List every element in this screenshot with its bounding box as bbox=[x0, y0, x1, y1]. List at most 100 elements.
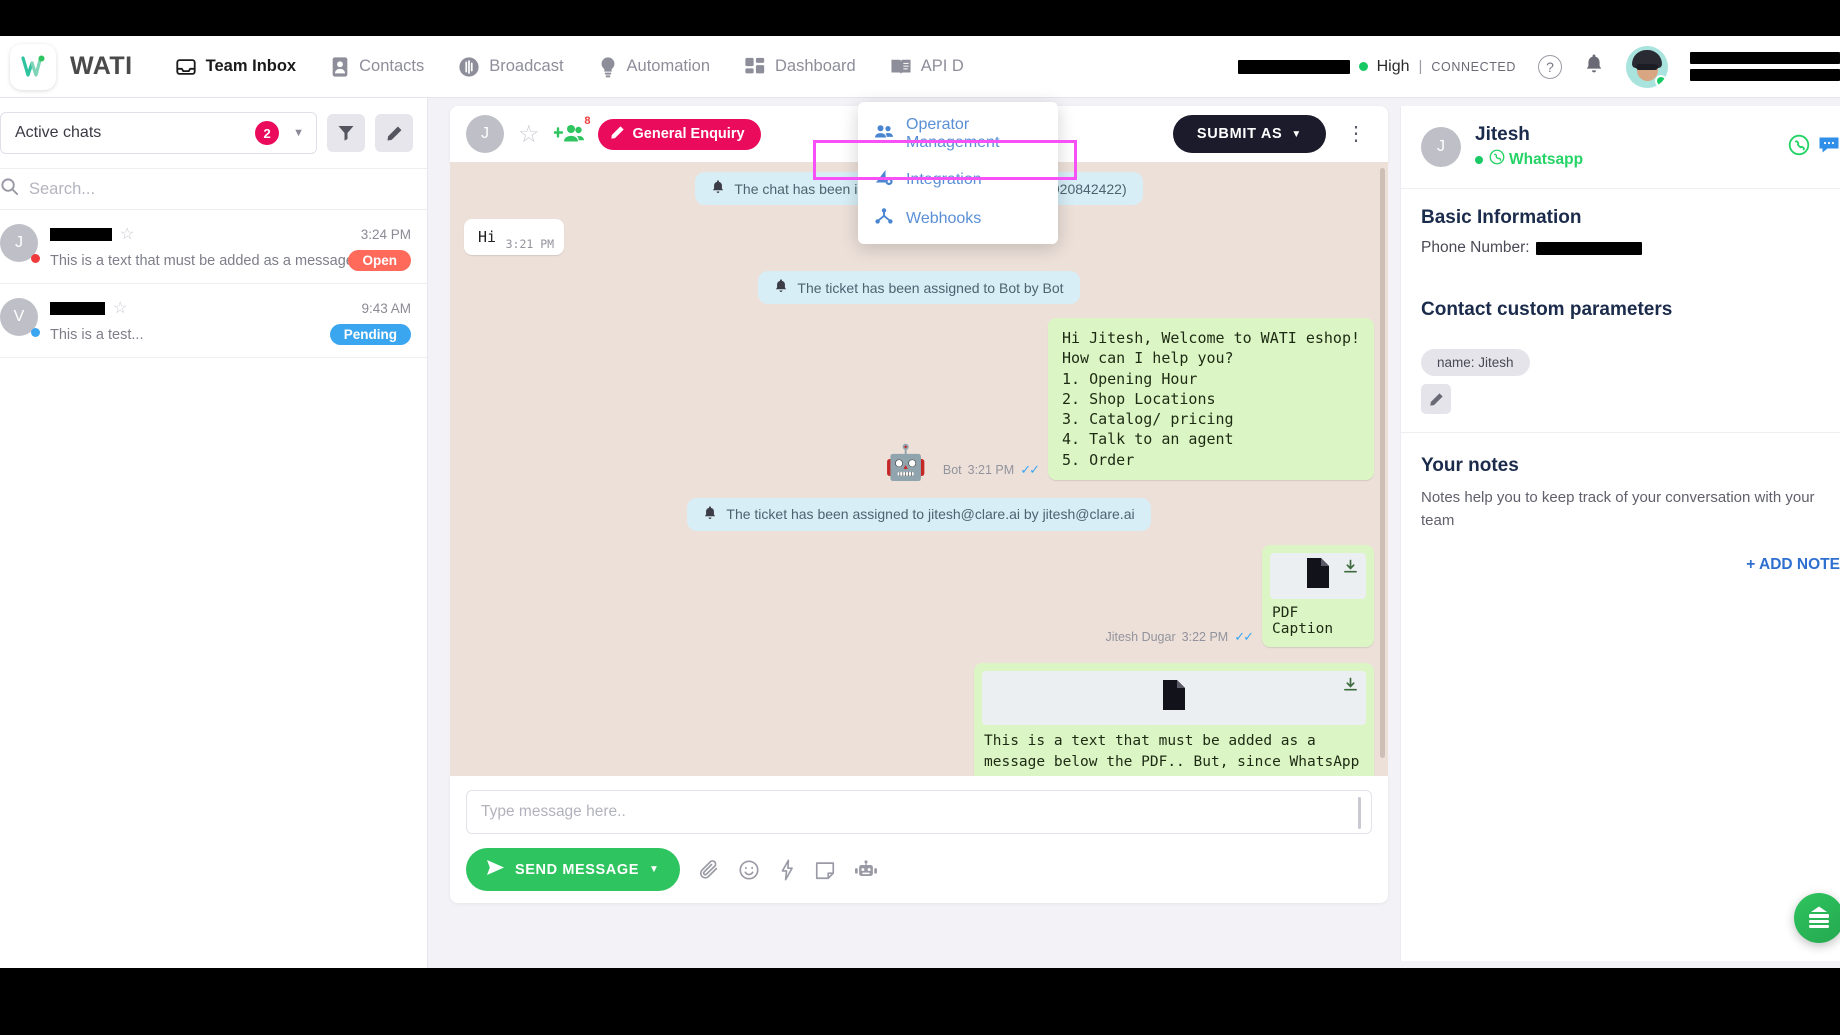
chat-search-row[interactable] bbox=[0, 168, 427, 210]
pencil-edit-icon[interactable] bbox=[1421, 384, 1451, 414]
chat-support-fab-icon[interactable] bbox=[1794, 893, 1840, 943]
message-timestamp: 3:21 PM bbox=[505, 237, 555, 251]
channel-name: Whatsapp bbox=[1509, 150, 1584, 168]
ticket-tag-button[interactable]: General Enquiry bbox=[597, 118, 761, 150]
nav-label: Team Inbox bbox=[205, 57, 297, 75]
star-outline-icon[interactable]: ☆ bbox=[518, 120, 540, 149]
user-name-redacted bbox=[1690, 52, 1840, 64]
download-icon[interactable] bbox=[1343, 559, 1358, 579]
sender-name: Jitesh Dugar bbox=[1105, 629, 1176, 644]
status-badge: Open bbox=[348, 250, 411, 271]
wati-logo-icon[interactable] bbox=[10, 43, 56, 90]
api-docs-book-icon bbox=[890, 57, 912, 77]
custom-parameter-chip[interactable]: name: Jitesh bbox=[1421, 349, 1530, 376]
download-icon[interactable] bbox=[1343, 677, 1358, 697]
message-list-scrollbar[interactable] bbox=[1380, 168, 1385, 758]
dropdown-label: Webhooks bbox=[906, 209, 982, 227]
unread-dot bbox=[31, 254, 40, 263]
nav-label: Contacts bbox=[359, 57, 425, 75]
dropdown-item-webhooks[interactable]: Webhooks bbox=[858, 199, 1058, 238]
channel-label: Whatsapp bbox=[1489, 149, 1583, 170]
help-question-icon[interactable]: ? bbox=[1538, 54, 1562, 79]
message-input[interactable] bbox=[481, 803, 1357, 821]
chat-list-item[interactable]: J ☆ 3:24 PM This is a text that must be … bbox=[0, 210, 427, 284]
avatar-initial: J bbox=[1437, 138, 1445, 155]
message-row-attachment: Jitesh Dugar 3:22 PM ✓✓ PDF Caption bbox=[464, 544, 1374, 647]
pdf-preview bbox=[1270, 552, 1366, 599]
nav-items: Team Inbox Contacts Broadcast Automation… bbox=[175, 56, 964, 78]
add-note-button[interactable]: + ADD NOTE bbox=[1421, 556, 1840, 574]
pdf-preview bbox=[982, 670, 1366, 725]
funnel-filter-icon[interactable] bbox=[327, 114, 365, 152]
quick-reply-lightning-icon[interactable] bbox=[778, 859, 796, 881]
kebab-menu-icon[interactable]: ⋮ bbox=[1340, 124, 1372, 144]
status-priority: High bbox=[1376, 57, 1410, 75]
avatar: V bbox=[0, 298, 40, 337]
contact-details-panel: J Jitesh Whatsapp Basic Information Phon… bbox=[1400, 106, 1840, 961]
attachment-card[interactable]: PDF Caption bbox=[1262, 544, 1374, 647]
screen-bottom-letterbox bbox=[0, 968, 1840, 1035]
star-outline-icon[interactable]: ☆ bbox=[120, 224, 134, 244]
send-message-button[interactable]: SEND MESSAGE ▼ bbox=[466, 848, 680, 891]
chat-bubble-icon[interactable] bbox=[1818, 135, 1840, 160]
phone-number-row: Phone Number: bbox=[1421, 239, 1840, 257]
attachment-clip-icon[interactable] bbox=[698, 859, 720, 881]
send-label: SEND MESSAGE bbox=[515, 861, 640, 878]
system-message-text: The ticket has been assigned to Bot by B… bbox=[797, 279, 1064, 296]
note-sticker-icon[interactable] bbox=[814, 859, 836, 881]
sender-name: Bot bbox=[942, 462, 962, 477]
contact-channel: Whatsapp bbox=[1475, 149, 1583, 170]
phone-label: Phone Number: bbox=[1421, 239, 1530, 256]
submit-as-button[interactable]: SUBMIT AS ▼ bbox=[1172, 115, 1326, 153]
system-message-text: The ticket has been assigned to jitesh@c… bbox=[726, 506, 1135, 523]
nav-item-contacts[interactable]: Contacts bbox=[330, 56, 424, 78]
active-chats-label: Active chats bbox=[15, 124, 102, 141]
submit-as-label: SUBMIT AS bbox=[1196, 126, 1283, 142]
message-list[interactable]: The chat has been initialized by contact… bbox=[450, 162, 1388, 776]
attachment-caption: PDF Caption bbox=[1272, 604, 1334, 637]
pdf-document-icon bbox=[1161, 679, 1187, 716]
chat-list-item[interactable]: V ☆ 9:43 AM This is a test... Pending bbox=[0, 284, 427, 358]
active-chats-filter-select[interactable]: Active chats 2 ▼ bbox=[0, 112, 317, 154]
add-people-icon[interactable]: 8 bbox=[553, 115, 591, 145]
avatar: J bbox=[1421, 127, 1461, 167]
attachment-caption: This is a text that must be added as a m… bbox=[984, 732, 1360, 776]
notification-bell-icon[interactable] bbox=[1584, 53, 1604, 80]
pencil-compose-icon[interactable] bbox=[375, 114, 413, 152]
message-timestamp: 3:21 PM bbox=[967, 462, 1015, 477]
dropdown-label: Integration bbox=[906, 170, 982, 188]
nav-item-team-inbox[interactable]: Team Inbox bbox=[175, 56, 296, 78]
automation-bulb-icon bbox=[598, 56, 618, 78]
attachment-card[interactable]: This is a text that must be added as a m… bbox=[974, 662, 1374, 776]
chat-list-panel: Active chats 2 ▼ Search... J ☆ 3:24 PM T… bbox=[0, 98, 428, 968]
bot-robot-icon[interactable] bbox=[854, 859, 878, 881]
pdf-document-icon bbox=[1305, 557, 1331, 594]
search-input[interactable] bbox=[29, 179, 413, 199]
input-scroll-handle bbox=[1358, 797, 1361, 829]
nav-item-automation[interactable]: Automation bbox=[598, 56, 710, 78]
dashboard-grid-icon bbox=[744, 56, 766, 78]
section-title: Contact custom parameters bbox=[1421, 299, 1673, 320]
nav-item-broadcast[interactable]: Broadcast bbox=[458, 56, 564, 78]
contacts-icon bbox=[330, 56, 350, 78]
star-outline-icon[interactable]: ☆ bbox=[113, 298, 127, 318]
app-window: WATI Team Inbox Contacts Broadcast Autom… bbox=[0, 36, 1840, 968]
nav-item-dashboard[interactable]: Dashboard bbox=[744, 56, 856, 78]
dropdown-item-operator-management[interactable]: Operator Management bbox=[858, 108, 1058, 160]
settings-dropdown-menu[interactable]: Operator Management Integration Webhooks bbox=[858, 102, 1058, 244]
dropdown-label: Operator Management bbox=[906, 116, 1000, 151]
nav-label: Dashboard bbox=[775, 57, 856, 75]
custom-parameters-section: Contact custom parameters name: Jitesh bbox=[1401, 275, 1840, 432]
screen-top-letterbox bbox=[0, 0, 1840, 36]
nav-item-api-docs[interactable]: API D bbox=[890, 57, 964, 77]
phone-number-redacted bbox=[1535, 241, 1642, 255]
message-input-wrapper[interactable] bbox=[466, 790, 1372, 834]
dropdown-item-integration[interactable]: Integration bbox=[858, 160, 1058, 199]
read-receipt-icon: ✓✓ bbox=[1020, 461, 1040, 477]
whatsapp-icon bbox=[1489, 149, 1505, 170]
user-role-redacted bbox=[1690, 69, 1840, 81]
emoji-smiley-icon[interactable] bbox=[738, 859, 760, 881]
status-dot bbox=[1358, 62, 1368, 71]
user-avatar[interactable] bbox=[1626, 45, 1668, 88]
whatsapp-icon[interactable] bbox=[1788, 134, 1810, 161]
